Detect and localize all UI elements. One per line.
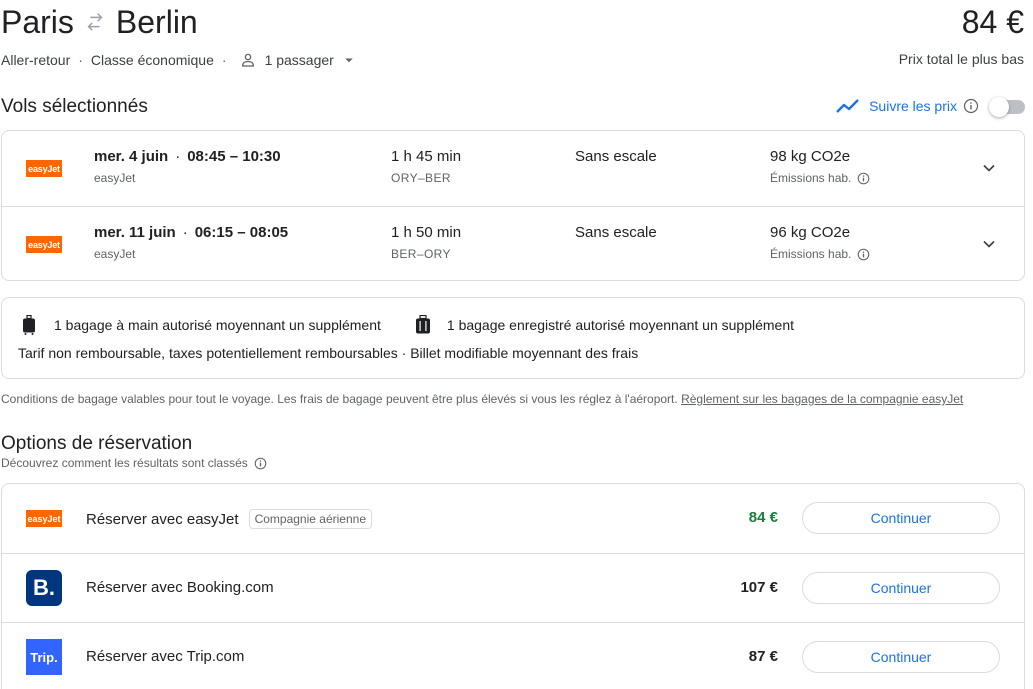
fare-conditions: Tarif non remboursable, taxes potentiell… <box>18 345 639 361</box>
baggage-note: Conditions de bagage valables pour tout … <box>1 392 963 406</box>
easyjet-logo: easyJet <box>26 510 62 527</box>
separator-dot: · <box>78 52 83 68</box>
continue-button[interactable]: Continuer <box>802 502 1000 534</box>
destination-city: Berlin <box>115 4 198 40</box>
baggage-policy-link[interactable]: Règlement sur les bagages de la compagni… <box>681 392 963 406</box>
flight-airports: ORY–BER <box>391 171 451 185</box>
provider-name: Réserver avec easyJet <box>86 510 239 528</box>
trip-type: Aller-retour <box>1 52 71 68</box>
info-icon[interactable] <box>963 98 979 114</box>
flight-duration: 1 h 50 min <box>391 224 462 241</box>
continue-button[interactable]: Continuer <box>802 572 1000 604</box>
flight-emissions: Émissions hab. <box>770 247 870 261</box>
booking-option-name: Réserver avec Trip.com <box>86 648 244 665</box>
flight-airline: easyJet <box>94 247 136 261</box>
flight-duration: 1 h 45 min <box>391 148 462 165</box>
info-icon[interactable] <box>857 248 870 261</box>
easyjet-logo: easyJet <box>26 160 62 177</box>
separator-dot: · <box>221 52 227 68</box>
track-prices[interactable]: Suivre les prix <box>835 95 1025 117</box>
booking-options-card: easyJet Réserver avec easyJet Compagnie … <box>1 483 1025 689</box>
booking-option-name: Réserver avec Booking.com <box>86 579 274 596</box>
expand-chevron-icon[interactable] <box>978 233 1000 255</box>
flight-stops: Sans escale <box>575 148 657 165</box>
booking-price: 87 € <box>748 648 778 665</box>
info-icon[interactable] <box>857 172 870 185</box>
flight-stops: Sans escale <box>575 224 657 241</box>
booking-price: 84 € <box>748 509 778 526</box>
route-title: Paris Berlin <box>1 3 198 41</box>
trip-meta: Aller-retour · Classe économique · 1 pas… <box>1 51 358 69</box>
carry-on-bag-icon <box>22 315 38 335</box>
flight-times: 08:45 – 10:30 <box>187 148 281 165</box>
booking-option: Trip. Réserver avec Trip.com 87 € Contin… <box>2 622 1024 689</box>
baggage-note-text: Conditions de bagage valables pour tout … <box>1 392 678 406</box>
track-prices-toggle[interactable] <box>989 96 1025 117</box>
flight-row[interactable]: easyJet mer. 11 juin · 06:15 – 08:05 easyJ… <box>2 206 1024 281</box>
easyjet-logo: easyJet <box>26 236 62 253</box>
booking-option-name: Réserver avec easyJet Compagnie aérienne <box>86 509 372 529</box>
flight-airline: easyJet <box>94 171 136 185</box>
origin-city: Paris <box>1 4 74 40</box>
swap-arrows-icon <box>83 10 107 34</box>
info-icon[interactable] <box>254 457 267 470</box>
emissions-label: Émissions hab. <box>770 171 852 185</box>
track-prices-label[interactable]: Suivre les prix <box>869 98 957 114</box>
trending-icon <box>835 96 861 116</box>
person-icon <box>239 51 257 69</box>
booking-com-logo: B. <box>26 570 62 606</box>
provider-name: Réserver avec Trip.com <box>86 648 245 665</box>
booking-option: easyJet Réserver avec easyJet Compagnie … <box>2 484 1024 553</box>
cabin-class: Classe économique <box>90 52 214 68</box>
booking-options-title: Options de réservation <box>1 433 193 454</box>
flight-airports: BER–ORY <box>391 247 451 261</box>
provider-name: Réserver avec Booking.com <box>86 579 274 596</box>
separator-dot: · <box>182 224 188 241</box>
selected-flights-card: easyJet mer. 4 juin · 08:45 – 10:30 easyJe… <box>1 130 1025 281</box>
airline-badge: Compagnie aérienne <box>248 509 372 529</box>
flight-date: mer. 11 juin <box>94 224 176 241</box>
total-price: 84 € <box>961 4 1024 40</box>
ranking-info[interactable]: Découvrez comment les résultats sont cla… <box>1 456 267 470</box>
flight-row[interactable]: easyJet mer. 4 juin · 08:45 – 10:30 easyJe… <box>2 131 1024 206</box>
separator-dot: · <box>175 148 181 165</box>
expand-chevron-icon[interactable] <box>978 157 1000 179</box>
flight-date: mer. 4 juin <box>94 148 169 165</box>
ranking-info-text[interactable]: Découvrez comment les résultats sont cla… <box>1 456 248 470</box>
flight-co2: 98 kg CO2e <box>770 148 851 165</box>
trip-com-logo: Trip. <box>26 639 62 675</box>
caret-down-icon[interactable] <box>340 51 358 69</box>
flight-date-time: mer. 4 juin · 08:45 – 10:30 <box>94 148 281 165</box>
continue-button[interactable]: Continuer <box>802 641 1000 673</box>
checked-bag-icon <box>415 315 431 335</box>
total-price-label: Prix total le plus bas <box>898 51 1024 67</box>
baggage-card: 1 bagage à main autorisé moyennant un su… <box>1 297 1025 379</box>
selected-flights-title: Vols sélectionnés <box>1 96 148 117</box>
baggage-row: 1 bagage à main autorisé moyennant un su… <box>22 315 794 335</box>
flight-emissions: Émissions hab. <box>770 171 870 185</box>
flight-co2: 96 kg CO2e <box>770 224 851 241</box>
checked-bag-text: 1 bagage enregistré autorisé moyennant u… <box>446 317 795 333</box>
carry-on-text: 1 bagage à main autorisé moyennant un su… <box>54 317 381 333</box>
toggle-knob <box>989 97 1009 117</box>
trip-header: Paris Berlin 84 € Prix total le plus bas… <box>0 0 1033 92</box>
passenger-selector[interactable]: 1 passager <box>265 52 334 68</box>
flight-date-time: mer. 11 juin · 06:15 – 08:05 <box>94 224 288 241</box>
booking-option: B. Réserver avec Booking.com 107 € Conti… <box>2 553 1024 622</box>
emissions-label: Émissions hab. <box>770 247 852 261</box>
flight-times: 06:15 – 08:05 <box>194 224 289 241</box>
booking-price: 107 € <box>740 579 778 596</box>
